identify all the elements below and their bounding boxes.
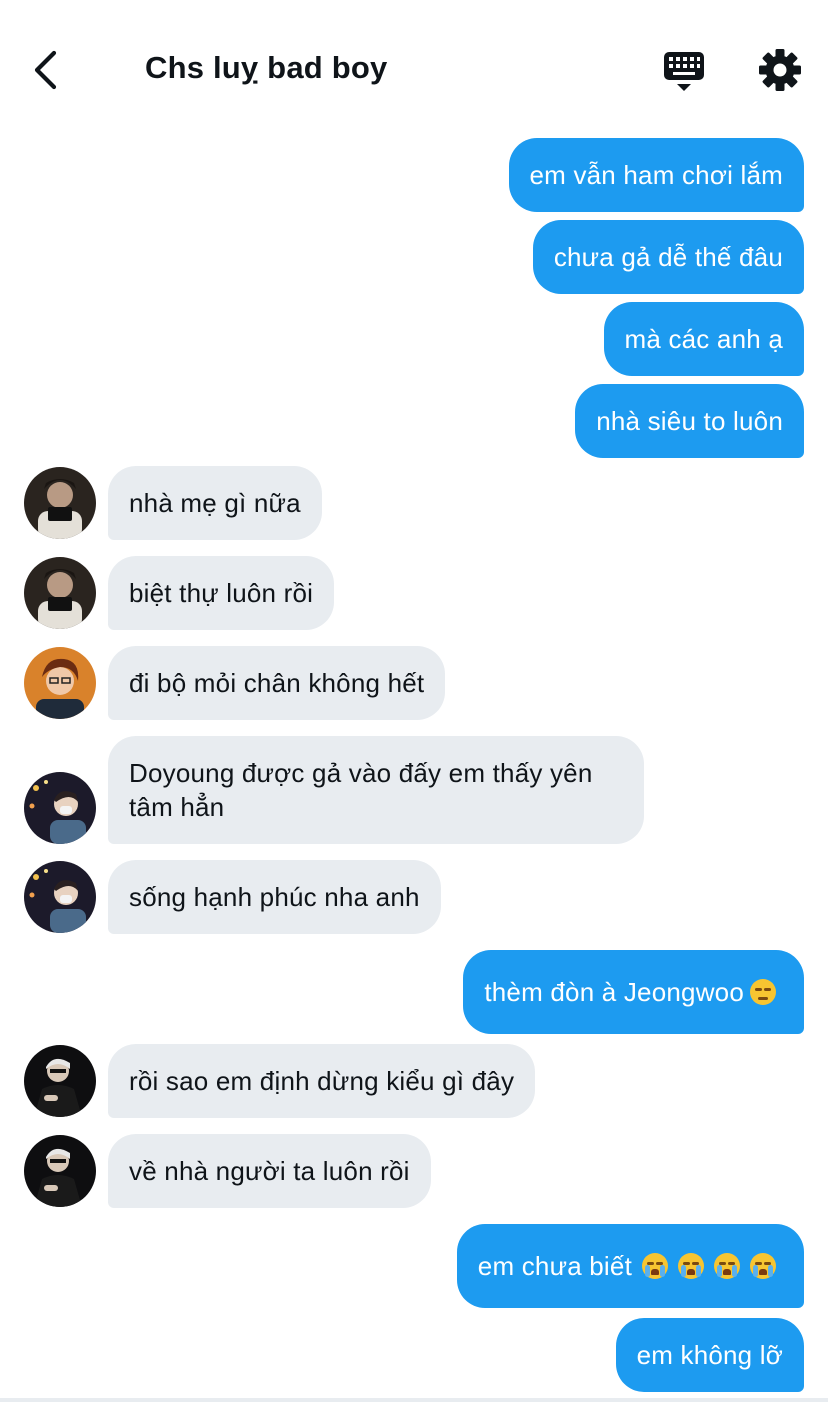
message-text: Doyoung được gả vào đấy em thấy yên tâm … [129, 758, 593, 822]
message-text: biệt thự luôn rồi [129, 578, 314, 608]
unamused-face-icon [750, 979, 776, 1005]
settings-button[interactable] [756, 46, 804, 94]
message-text: mà các anh ạ [624, 324, 783, 354]
message-text: nhà mẹ gì nữa [129, 488, 301, 518]
outgoing-message[interactable]: nhà siêu to luôn [575, 384, 804, 458]
chevron-left-icon [34, 50, 57, 90]
message-text: em vẫn ham chơi lắm [529, 160, 783, 190]
incoming-message[interactable]: sống hạnh phúc nha anh [108, 860, 441, 934]
message-text: chưa gả dễ thế đâu [553, 242, 783, 272]
avatar[interactable] [24, 772, 96, 844]
loudly-crying-face-icon [714, 1253, 740, 1279]
chat-header: Chs luỵ bad boy [0, 0, 828, 130]
message-text: sống hạnh phúc nha anh [129, 882, 420, 912]
conversation-title[interactable]: Chs luỵ bad boy [145, 50, 387, 86]
outgoing-message[interactable]: chưa gả dễ thế đâu [532, 220, 804, 294]
gear-icon [759, 49, 801, 91]
incoming-message[interactable]: về nhà người ta luôn rồi [108, 1134, 431, 1208]
avatar[interactable] [24, 1045, 96, 1117]
avatar[interactable] [24, 557, 96, 629]
keyboard-button[interactable] [660, 48, 708, 96]
keyboard-icon [664, 52, 704, 91]
incoming-message[interactable]: nhà mẹ gì nữa [108, 466, 322, 540]
loudly-crying-face-icon [642, 1253, 668, 1279]
message-text: về nhà người ta luôn rồi [129, 1156, 410, 1186]
loudly-crying-face-icon [678, 1253, 704, 1279]
loudly-crying-face-icon [750, 1253, 776, 1279]
avatar[interactable] [24, 1135, 96, 1207]
avatar[interactable] [24, 647, 96, 719]
back-button[interactable] [22, 46, 68, 94]
message-text: em chưa biết [477, 1251, 632, 1281]
avatar[interactable] [24, 861, 96, 933]
incoming-message[interactable]: biệt thự luôn rồi [108, 556, 335, 630]
outgoing-message[interactable]: em không lỡ [615, 1318, 804, 1392]
outgoing-message[interactable]: em chưa biết [456, 1224, 804, 1308]
message-text: đi bộ mỏi chân không hết [129, 668, 425, 698]
incoming-message[interactable]: đi bộ mỏi chân không hết [108, 646, 446, 720]
outgoing-message[interactable]: thèm đòn à Jeongwoo [463, 950, 804, 1034]
avatar[interactable] [24, 467, 96, 539]
message-text: em không lỡ [636, 1340, 783, 1370]
message-text: nhà siêu to luôn [596, 406, 783, 436]
outgoing-message[interactable]: mà các anh ạ [603, 302, 804, 376]
divider [0, 1398, 828, 1402]
outgoing-message[interactable]: em vẫn ham chơi lắm [508, 138, 804, 212]
incoming-message[interactable]: rồi sao em định dừng kiểu gì đây [108, 1044, 536, 1118]
incoming-message[interactable]: Doyoung được gả vào đấy em thấy yên tâm … [108, 736, 644, 844]
message-text: thèm đòn à Jeongwoo [484, 977, 744, 1007]
message-text: rồi sao em định dừng kiểu gì đây [129, 1066, 515, 1096]
